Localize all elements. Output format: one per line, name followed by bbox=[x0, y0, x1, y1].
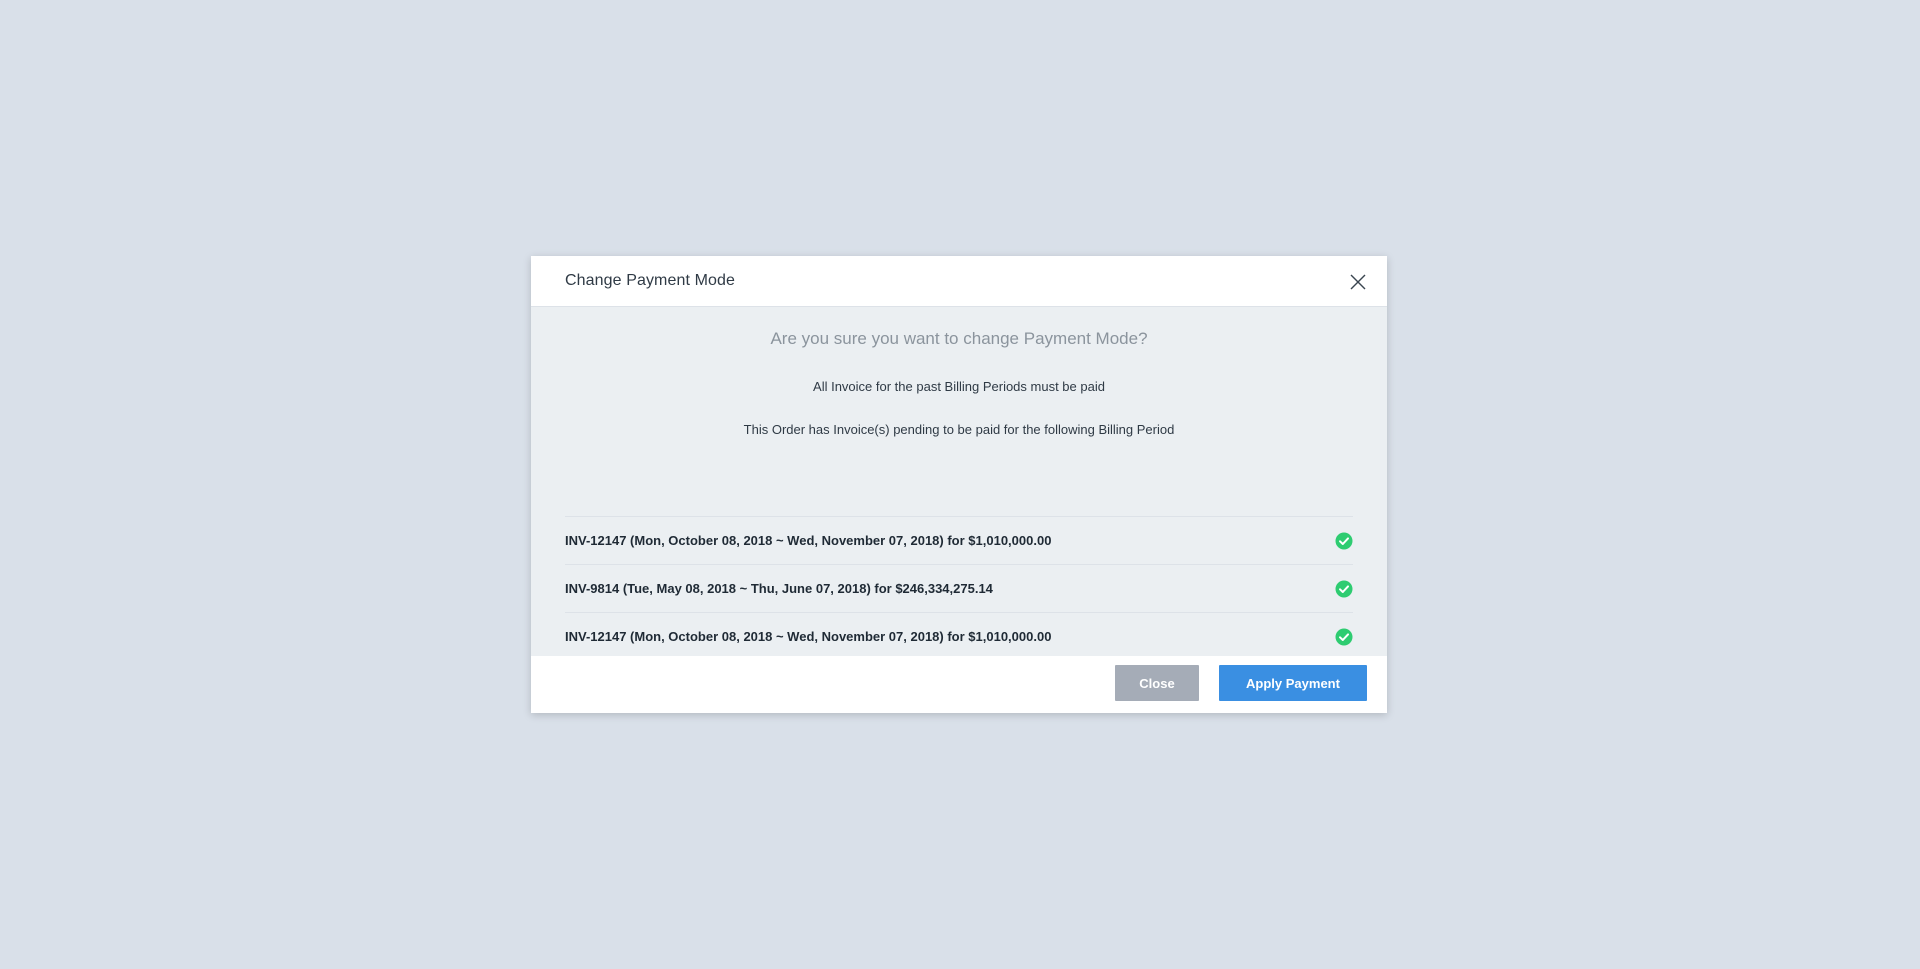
apply-payment-button[interactable]: Apply Payment bbox=[1219, 665, 1367, 701]
check-circle-icon bbox=[1335, 532, 1353, 550]
invoice-description: INV-12147 (Mon, October 08, 2018 ~ Wed, … bbox=[565, 629, 1052, 644]
invoice-row: INV-9814 (Tue, May 08, 2018 ~ Thu, June … bbox=[565, 565, 1353, 613]
pending-invoices-text: This Order has Invoice(s) pending to be … bbox=[743, 422, 1175, 437]
billing-requirement-text: All Invoice for the past Billing Periods… bbox=[813, 379, 1105, 394]
invoice-row: INV-12147 (Mon, October 08, 2018 ~ Wed, … bbox=[565, 517, 1353, 565]
change-payment-mode-modal: Change Payment Mode Are you sure you wan… bbox=[531, 256, 1387, 713]
invoice-list: INV-12147 (Mon, October 08, 2018 ~ Wed, … bbox=[565, 516, 1353, 661]
modal-header: Change Payment Mode bbox=[531, 256, 1387, 307]
modal-title: Change Payment Mode bbox=[565, 272, 736, 289]
confirm-heading: Are you sure you want to change Payment … bbox=[770, 329, 1148, 348]
check-circle-icon bbox=[1335, 628, 1353, 646]
close-icon[interactable] bbox=[1349, 273, 1367, 291]
check-circle-icon bbox=[1335, 580, 1353, 598]
close-button[interactable]: Close bbox=[1115, 665, 1199, 701]
invoice-description: INV-9814 (Tue, May 08, 2018 ~ Thu, June … bbox=[565, 581, 993, 596]
invoice-description: INV-12147 (Mon, October 08, 2018 ~ Wed, … bbox=[565, 533, 1052, 548]
modal-body: Are you sure you want to change Payment … bbox=[531, 307, 1387, 912]
modal-footer: Close Apply Payment bbox=[531, 656, 1387, 713]
invoice-row: INV-12147 (Mon, October 08, 2018 ~ Wed, … bbox=[565, 613, 1353, 661]
